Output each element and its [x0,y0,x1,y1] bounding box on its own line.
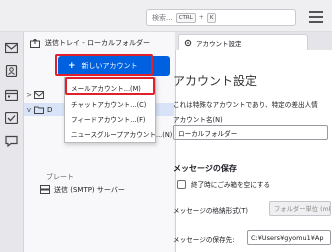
calendar-icon[interactable] [5,89,18,101]
empty-trash-label: 終了時にごみ箱を空にする [191,181,271,189]
folder-pane-title: 送信トレイ - ローカルフォルダー [45,39,150,47]
menu-item-newsgroup-account[interactable]: ニュースグループアカウント...(N) [65,126,172,141]
shortcut-key-ctrl: CTRL [175,12,196,23]
chat-icon[interactable] [5,135,18,147]
folder-row-template[interactable]: ブレート [24,170,174,183]
account-row-label: D [47,105,53,114]
mail-icon[interactable] [5,42,18,54]
folder-pane-header: 送信トレイ - ローカルフォルダー [24,32,174,54]
search-placeholder: 検索... [152,13,173,22]
message-store-path-field[interactable]: C:¥Users¥gyomu1¥Ap [247,230,331,245]
menu-item-chat-account[interactable]: チャットアカウント...(C) [65,96,155,111]
storage-format-label: メッセージの格納形式(T) [173,207,248,215]
message-store-label: メッセージの保存先: [173,236,235,244]
storage-format-value: フォルダー単位 (mb [274,206,331,213]
spaces-toolbar [0,32,24,252]
tasks-icon[interactable] [5,112,18,124]
smtp-server-row[interactable]: 送信 (SMTP) サーバー [24,183,174,196]
account-description: これは特殊なアカウントであり、特定の差出人情 [173,101,318,109]
mail-account-icon [34,90,44,99]
address-book-icon[interactable] [5,65,18,77]
tab-bar: アカウント設定 [175,32,332,50]
menu-item-feed-account[interactable]: フィードアカウント...(F) [65,111,155,126]
tab-account-settings[interactable]: アカウント設定 [178,34,308,50]
empty-trash-checkbox[interactable] [177,179,186,189]
storage-format-select[interactable]: フォルダー単位 (mb [269,201,331,216]
server-icon [40,185,50,194]
account-settings-panel: アカウント設定 これは特殊なアカウントであり、特定の差出人情 アカウント名(N)… [173,50,332,252]
message-storage-heading: メッセージの保存 [173,164,237,173]
message-store-path-value: C:¥Users¥gyomu1¥Ap [251,233,324,242]
empty-trash-option[interactable]: 終了時にごみ箱を空にする [177,179,270,189]
top-toolbar: 検索... CTRL + K [0,0,332,32]
search-input[interactable]: 検索... CTRL + K [146,9,296,26]
outbox-icon [30,38,40,48]
account-name-value: ローカルフォルダー [178,129,238,138]
tab-label: アカウント設定 [196,39,242,48]
folder-row-label: ブレート [46,172,74,181]
account-name-label: アカウント名(N) [173,116,223,124]
smtp-server-label: 送信 (SMTP) サーバー [54,185,125,194]
chevron-down-icon[interactable]: v [24,106,34,114]
shortcut-key-k: K [206,12,217,23]
highlight-outline-menu-item [65,77,155,95]
gear-icon [184,39,192,46]
page-title: アカウント設定 [173,74,258,88]
account-name-field[interactable]: ローカルフォルダー [173,125,328,140]
folder-icon [34,106,44,114]
app-menu-button[interactable] [309,11,323,23]
chevron-right-icon[interactable]: > [24,91,34,99]
highlight-outline-button [55,54,153,76]
